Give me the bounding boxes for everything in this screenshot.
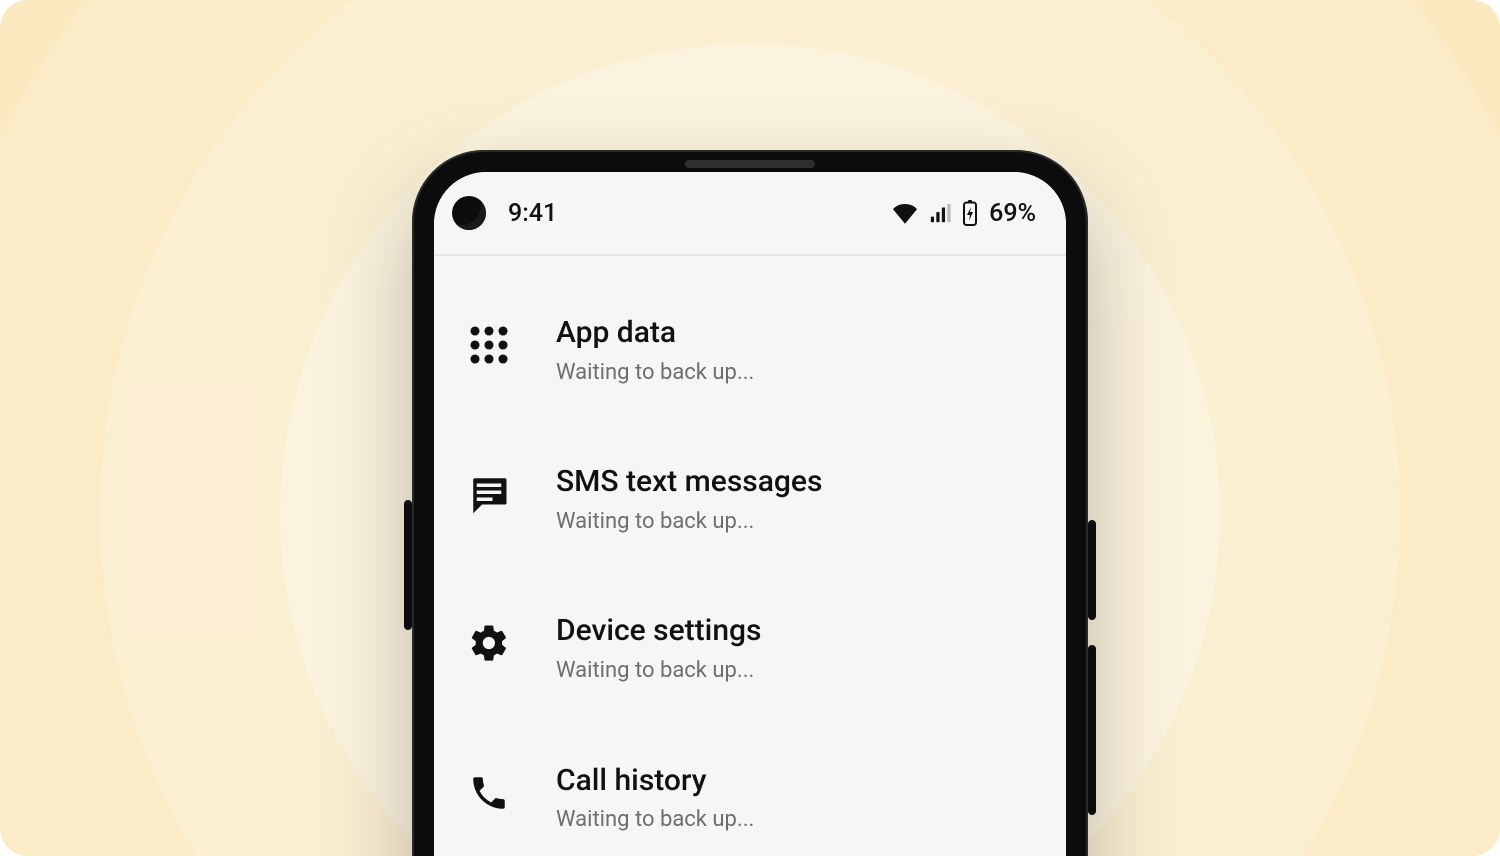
- camera-punch-hole: [452, 196, 486, 230]
- list-item-subtitle: Waiting to back up...: [556, 507, 1034, 537]
- list-item-subtitle: Waiting to back up...: [556, 656, 1034, 686]
- list-item-title: Device settings: [556, 612, 1034, 650]
- phone-icon: [466, 762, 512, 814]
- phone-earpiece: [685, 160, 815, 168]
- phone-frame: 9:41: [412, 150, 1088, 856]
- backup-list: App data Waiting to back up... SMS text …: [434, 256, 1066, 856]
- list-item[interactable]: Device settings Waiting to back up...: [444, 598, 1056, 747]
- list-item[interactable]: SMS text messages Waiting to back up...: [444, 449, 1056, 598]
- list-item-title: App data: [556, 314, 1034, 352]
- battery-percent: 69%: [989, 199, 1036, 228]
- apps-icon: [466, 314, 512, 366]
- wifi-icon: [893, 201, 917, 225]
- signal-icon: [929, 202, 951, 224]
- artwork-canvas: 9:41: [0, 0, 1500, 856]
- list-item[interactable]: App data Waiting to back up...: [444, 300, 1056, 449]
- phone-side-button-right-top: [1088, 520, 1096, 620]
- phone-screen: 9:41: [434, 172, 1066, 856]
- list-item-title: SMS text messages: [556, 463, 1034, 501]
- list-item-subtitle: Waiting to back up...: [556, 805, 1034, 835]
- phone-side-button-right-bottom: [1088, 645, 1096, 815]
- list-item-title: Call history: [556, 762, 1034, 800]
- list-item[interactable]: Call history Waiting to back up...: [444, 748, 1056, 856]
- battery-icon: [963, 200, 977, 226]
- status-time: 9:41: [508, 199, 557, 228]
- list-item-subtitle: Waiting to back up...: [556, 358, 1034, 388]
- settings-icon: [466, 612, 512, 664]
- status-bar: 9:41: [434, 172, 1066, 254]
- phone-side-button-left: [404, 500, 412, 630]
- message-icon: [466, 463, 512, 515]
